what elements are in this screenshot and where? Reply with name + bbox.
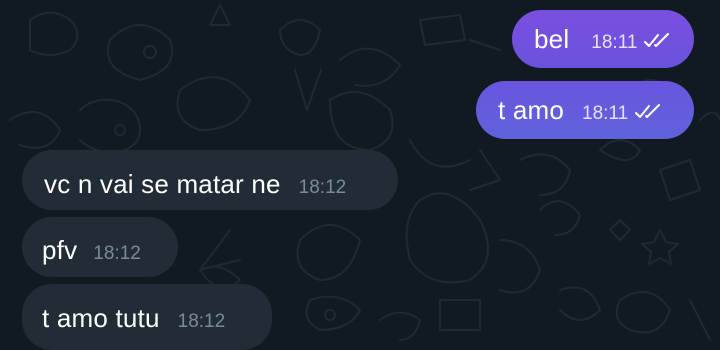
incoming-message[interactable]: t amo tutu 18:12 bbox=[22, 284, 272, 350]
message-text: pfv bbox=[42, 235, 78, 265]
message-time: 18:12 bbox=[93, 243, 141, 264]
incoming-message[interactable]: pfv 18:12 bbox=[22, 217, 178, 277]
incoming-message[interactable]: vc n vai se matar ne 18:12 bbox=[22, 150, 398, 210]
message-text: bel bbox=[534, 24, 570, 54]
message-text: t amo bbox=[498, 95, 565, 125]
message-text: vc n vai se matar ne bbox=[44, 169, 281, 199]
message-time: 18:12 bbox=[298, 177, 347, 198]
chat-view: bel 18:11 t amo 18:11 vc n vai se matar … bbox=[0, 0, 720, 350]
double-check-icon bbox=[635, 104, 661, 118]
outgoing-message[interactable]: bel 18:11 bbox=[512, 10, 694, 68]
double-check-icon bbox=[644, 33, 670, 47]
message-text: t amo tutu bbox=[42, 303, 160, 333]
message-time: 18:11 bbox=[582, 103, 629, 124]
outgoing-message[interactable]: t amo 18:11 bbox=[476, 81, 694, 139]
message-time: 18:11 bbox=[591, 32, 638, 53]
message-time: 18:12 bbox=[177, 311, 226, 332]
